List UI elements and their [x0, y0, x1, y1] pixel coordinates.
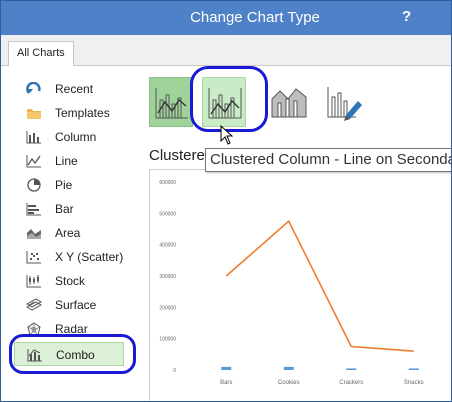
tab-bar: All Charts — [1, 35, 451, 67]
chart-preview-svg: 600000 500000 400000 300000 200000 100000 0 Bar… — [159, 180, 424, 386]
chart-preview: 600000 500000 400000 300000 200000 100000 0 Bar… — [149, 169, 451, 401]
preview-title: Clustere — [149, 147, 205, 164]
sidebar-item-label: Recent — [55, 82, 94, 96]
sidebar-item-stock[interactable]: Stock — [21, 270, 131, 292]
chart-type-list: Recent Templates Column Line Pie Bar Are… — [1, 66, 136, 401]
custom-combination-icon — [327, 87, 362, 121]
line-chart-icon — [26, 154, 42, 168]
sidebar-item-label: Line — [55, 154, 78, 168]
annotation-ring-secondary-axis — [190, 66, 268, 132]
sidebar-item-label: Area — [55, 226, 81, 240]
tooltip: Clustered Column - Line on Secondary Axi… — [205, 148, 451, 172]
pie-chart-icon — [26, 178, 42, 192]
x-tick-label: Cookies — [278, 380, 300, 386]
column-bar — [408, 368, 419, 370]
annotation-ring-combo — [9, 334, 136, 374]
sidebar-item-label: Bar — [55, 202, 74, 216]
subtype-custom-combination[interactable] — [322, 77, 366, 127]
y-tick-label: 500000 — [159, 211, 176, 217]
sidebar-item-label: Column — [55, 130, 97, 144]
sidebar-item-area[interactable]: Area — [21, 222, 131, 244]
column-bar — [221, 366, 232, 370]
sidebar-item-label: X Y (Scatter) — [55, 250, 124, 264]
stock-chart-icon — [26, 274, 42, 288]
templates-folder-icon — [26, 106, 42, 120]
scatter-chart-icon — [26, 250, 42, 264]
change-chart-type-dialog: Change Chart Type ? All Charts Recent Te… — [0, 0, 452, 402]
y-tick-label: 300000 — [159, 274, 176, 280]
sidebar-item-label: Surface — [55, 298, 97, 312]
y-tick-label: 600000 — [159, 180, 176, 186]
sidebar-item-label: Templates — [55, 106, 110, 120]
subtype-stacked-area-clustered-column[interactable] — [268, 77, 312, 127]
column-chart-icon — [26, 130, 42, 144]
sidebar-item-label: Pie — [55, 178, 73, 192]
sidebar-item-recent[interactable]: Recent — [21, 78, 131, 100]
sidebar-item-pie[interactable]: Pie — [21, 174, 131, 196]
sidebar-item-line[interactable]: Line — [21, 150, 131, 172]
combo-clustered-column-line-icon — [155, 88, 188, 119]
mouse-cursor — [220, 125, 234, 145]
x-tick-label: Snacks — [404, 380, 424, 386]
dialog-title: Change Chart Type — [190, 9, 320, 26]
recent-icon — [26, 81, 42, 96]
sidebar-item-bar[interactable]: Bar — [21, 198, 131, 220]
line-series — [225, 219, 414, 352]
dialog-content: Recent Templates Column Line Pie Bar Are… — [1, 66, 451, 401]
y-tick-label: 400000 — [159, 243, 176, 249]
x-tick-label: Bars — [220, 380, 232, 386]
tab-all-charts[interactable]: All Charts — [8, 41, 74, 67]
combo-stacked-area-icon — [271, 88, 307, 118]
sidebar-item-surface[interactable]: Surface — [21, 294, 131, 316]
bar-chart-icon — [26, 202, 42, 216]
area-chart-icon — [26, 226, 42, 240]
title-bar: Change Chart Type ? — [1, 1, 451, 35]
chart-subtype-panel: Clustere 600000 500000 400000 300000 200000 1… — [138, 66, 451, 401]
y-tick-label: 100000 — [159, 337, 176, 343]
subtype-clustered-column-line[interactable] — [149, 77, 193, 127]
sidebar-item-column[interactable]: Column — [21, 126, 131, 148]
column-bar — [283, 366, 294, 370]
y-tick-label: 0 — [173, 368, 176, 374]
column-bar — [346, 368, 357, 370]
sidebar-item-templates[interactable]: Templates — [21, 102, 131, 124]
sidebar-item-label: Stock — [55, 274, 86, 288]
help-button[interactable]: ? — [402, 8, 411, 25]
x-tick-label: Crackers — [339, 380, 363, 386]
surface-chart-icon — [26, 298, 42, 312]
sidebar-item-scatter[interactable]: X Y (Scatter) — [21, 246, 131, 268]
y-tick-label: 200000 — [159, 305, 176, 311]
